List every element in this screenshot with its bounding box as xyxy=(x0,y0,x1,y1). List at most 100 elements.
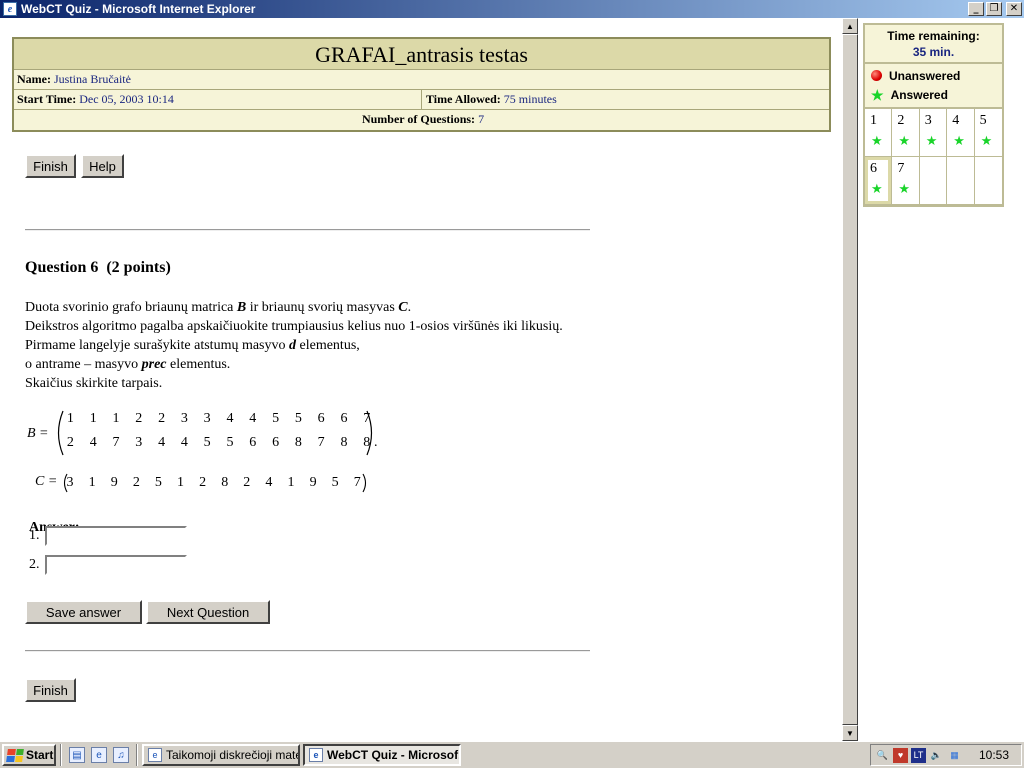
matrix-b-cell: 4 xyxy=(249,411,257,426)
time-remaining-label: Time remaining: xyxy=(887,29,980,43)
main-scrollbar[interactable]: ▲ ▼ xyxy=(842,18,858,741)
matrix-b-cell: 5 xyxy=(294,411,302,426)
array-c-cell: 2 xyxy=(243,475,251,490)
green-star-icon: ★ xyxy=(871,86,884,103)
green-star-icon: ★ xyxy=(898,133,911,148)
status-legend: Unanswered ★ Answered xyxy=(865,62,1002,107)
quiz-title: GRAFAI_antrasis testas xyxy=(14,39,829,70)
green-star-icon: ★ xyxy=(925,133,938,148)
matrix-b-cell: 4 xyxy=(89,435,97,450)
question-line-4: o antrame – masyvo prec elementus. xyxy=(25,355,563,374)
text: Pirmame langelyje surašykite atstumų mas… xyxy=(25,338,290,353)
task-button-1[interactable]: e Taikomoji diskrečioji mate... xyxy=(142,744,300,766)
matrix-b-cell: 8 xyxy=(294,435,302,450)
show-desktop-icon[interactable]: ▤ xyxy=(69,747,85,763)
answer-1-input[interactable] xyxy=(45,526,187,546)
status-panel: Time remaining: 35 min. Unanswered ★ Ans… xyxy=(858,18,1024,741)
time-allowed-label: Time Allowed: xyxy=(426,92,501,106)
help-button[interactable]: Help xyxy=(81,154,124,178)
question-nav-number: 5 xyxy=(979,113,987,128)
legend-unanswered-label: Unanswered xyxy=(889,68,961,83)
taskbar-separator xyxy=(60,744,62,766)
quiz-header: GRAFAI_antrasis testas Name: Justina Bru… xyxy=(12,37,831,132)
array-c-cell: 8 xyxy=(221,475,229,490)
time-remaining-value: 35 min. xyxy=(912,45,955,59)
save-answer-button[interactable]: Save answer xyxy=(25,600,142,624)
quiz-content: GRAFAI_antrasis testas Name: Justina Bru… xyxy=(0,18,842,741)
matrix-b-cell: 3 xyxy=(135,435,143,450)
text: elementus, xyxy=(296,338,360,353)
green-star-icon: ★ xyxy=(953,133,965,148)
time-remaining: Time remaining: 35 min. xyxy=(865,25,1002,62)
array-c-cell: 5 xyxy=(331,475,339,490)
question-nav-7[interactable]: 7 ★ xyxy=(892,157,920,205)
legend-answered-label: Answered xyxy=(890,87,948,102)
green-star-icon: ★ xyxy=(898,181,911,196)
next-question-button[interactable]: Next Question xyxy=(146,600,270,624)
text: Duota svorinio grafo briaunų matrica xyxy=(25,300,237,315)
question-nav-empty xyxy=(974,157,1002,205)
question-nav-6[interactable]: 6 ★ xyxy=(865,157,893,205)
text: o antrame – masyvo xyxy=(25,357,142,372)
internet-explorer-icon[interactable]: e xyxy=(91,747,107,763)
question-nav-3[interactable]: 3 ★ xyxy=(919,109,948,157)
volume-icon[interactable]: 🔈 xyxy=(929,748,944,763)
media-icon[interactable]: ♫ xyxy=(113,747,129,763)
answer-row-1: 1. xyxy=(29,526,187,546)
minimize-button[interactable]: _ xyxy=(968,2,984,16)
array-c-cell: 4 xyxy=(265,475,273,490)
question-navigator: 1 ★ 2 ★ 3 ★ 4 ★ 5 ★ 6 ★ 7 ★ xyxy=(865,107,1002,205)
network-icon[interactable]: ▦ xyxy=(947,748,962,763)
array-c-cell: 1 xyxy=(177,475,185,490)
task-button-2[interactable]: e WebCT Quiz - Microsof... xyxy=(303,744,461,766)
array-c-ref: C xyxy=(398,300,408,315)
matrix-b-period: . xyxy=(374,435,378,450)
question-nav-empty xyxy=(919,157,948,205)
array-c-right-paren xyxy=(362,473,367,493)
finish-button-top[interactable]: Finish xyxy=(25,154,76,178)
question-text: Duota svorinio grafo briaunų matrica B i… xyxy=(25,298,563,393)
matrix-b-cell: 6 xyxy=(249,435,257,450)
scroll-thumb[interactable] xyxy=(842,34,858,725)
internet-explorer-icon: e xyxy=(148,748,162,762)
array-c-cell: 1 xyxy=(88,475,96,490)
question-line-1: Duota svorinio grafo briaunų matrica B i… xyxy=(25,298,563,317)
question-nav-1[interactable]: 1 ★ xyxy=(865,109,893,157)
scroll-down-button[interactable]: ▼ xyxy=(842,725,858,741)
array-c-cell: 1 xyxy=(287,475,295,490)
array-c-cell: 3 xyxy=(66,475,74,490)
name-label: Name: xyxy=(17,72,51,86)
restore-button[interactable]: ❐ xyxy=(986,2,1002,16)
question-line-2: Deikstros algoritmo pagalba apskaičiuoki… xyxy=(25,319,563,334)
green-star-icon: ★ xyxy=(980,133,993,148)
question-nav-5[interactable]: 5 ★ xyxy=(974,109,1002,157)
matrix-b-cell: 4 xyxy=(226,411,234,426)
array-c-cell: 9 xyxy=(309,475,317,490)
matrix-b-cell: 6 xyxy=(272,435,280,450)
shield-icon[interactable]: ♥ xyxy=(893,747,908,763)
matrix-b-ref: B xyxy=(236,300,247,315)
matrix-b-cell: 1 xyxy=(89,411,97,426)
question-count-row: Number of Questions: 7 xyxy=(14,110,829,130)
question-nav-number: 3 xyxy=(924,113,932,128)
answer-2-input[interactable] xyxy=(45,555,187,575)
clock: 10:53 xyxy=(978,748,1009,762)
start-button[interactable]: Start xyxy=(2,744,56,766)
question-nav-4[interactable]: 4 ★ xyxy=(947,109,975,157)
scroll-up-button[interactable]: ▲ xyxy=(842,18,858,34)
array-c-cell: 5 xyxy=(154,475,162,490)
close-button[interactable]: ✕ xyxy=(1006,2,1022,16)
matrix-b-label: B = xyxy=(27,426,49,441)
question-nav-2[interactable]: 2 ★ xyxy=(892,109,920,157)
window-controls: _ ❐ ✕ xyxy=(968,2,1022,16)
search-icon[interactable]: 🔍 xyxy=(875,748,890,763)
answer-2-number: 2. xyxy=(29,557,40,572)
language-icon[interactable]: LT xyxy=(911,747,926,763)
matrix-b-cell: 1 xyxy=(66,411,74,426)
matrix-b-cell: 3 xyxy=(203,411,211,426)
internet-explorer-icon: e xyxy=(3,2,17,16)
taskbar: Start ▤ e ♫ e Taikomoji diskrečioji mate… xyxy=(0,741,1024,768)
finish-button-bottom[interactable]: Finish xyxy=(25,678,76,702)
question-count-value: 7 xyxy=(478,112,485,126)
task-2-label: WebCT Quiz - Microsof... xyxy=(327,748,461,762)
